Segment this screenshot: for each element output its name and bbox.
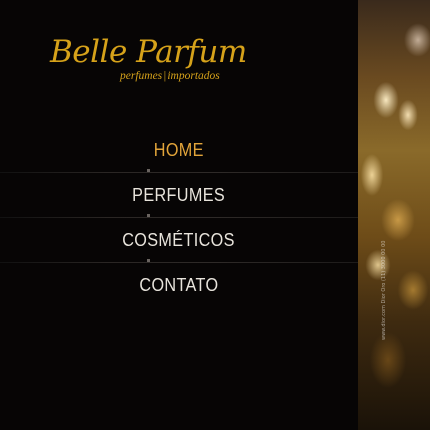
menu-item-home-label: HOME	[153, 139, 205, 160]
menu-item-contato[interactable]: CONTATO	[0, 263, 358, 307]
menu-item-contato-label: CONTATO	[139, 274, 219, 295]
main-menu: HOME PERFUMES COSMÉTICOS CONTATO	[0, 128, 358, 307]
menu-item-perfumes-label: PERFUMES	[132, 184, 226, 205]
divider-dot	[147, 214, 150, 217]
menu-item-perfumes[interactable]: PERFUMES	[0, 173, 358, 217]
photo-credit: www.dior.com Dior Oro (11) 3000 00 00	[381, 240, 387, 340]
logo-title: Belle Parfum	[50, 34, 247, 70]
logo[interactable]: Belle Parfum perfumes|importados	[50, 34, 247, 94]
menu-item-cosmeticos-label: COSMÉTICOS	[122, 229, 236, 250]
menu-item-home[interactable]: HOME	[0, 128, 358, 172]
divider-dot	[147, 259, 150, 262]
divider-dot	[147, 169, 150, 172]
logo-subtitle: perfumes|importados	[120, 69, 220, 83]
menu-item-cosmeticos[interactable]: COSMÉTICOS	[0, 218, 358, 262]
logo-subtitle-separator: |	[163, 70, 167, 82]
logo-subtitle-left: perfumes	[120, 70, 163, 82]
chandelier-photo	[358, 0, 430, 430]
left-panel: Belle Parfum perfumes|importados HOME PE…	[0, 0, 358, 430]
logo-subtitle-right: importados	[167, 70, 220, 82]
